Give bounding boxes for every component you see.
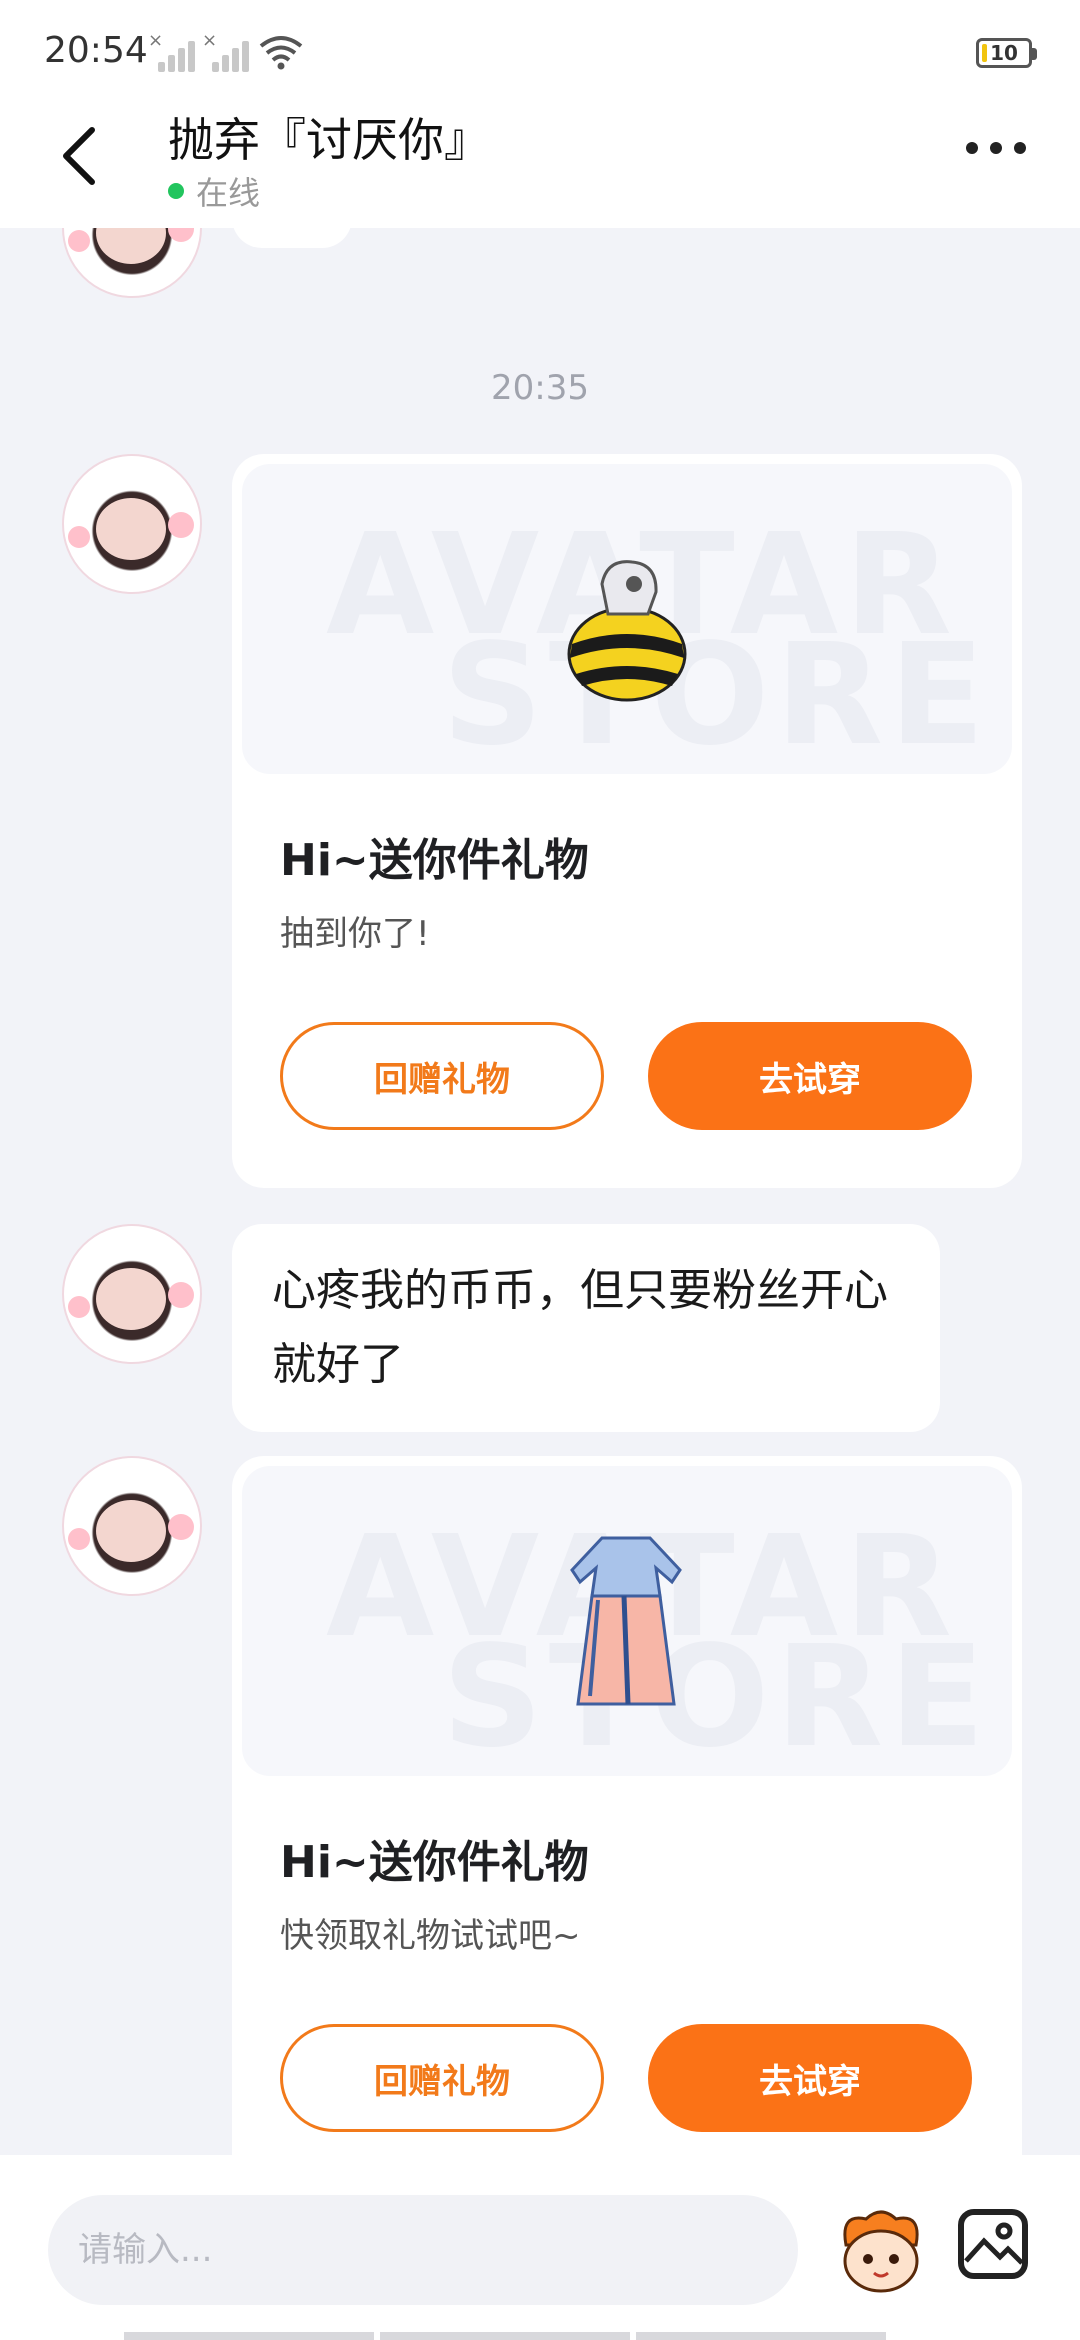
mascot-emoji-icon[interactable] [836,2205,926,2295]
more-options-button[interactable] [966,142,1026,162]
watermark: STORE [442,1616,991,1776]
avatar[interactable] [62,228,202,298]
gift-preview: AVATAR STORE [242,1466,1012,1776]
watermark: STORE [442,614,991,774]
bee-hat-icon [567,560,687,702]
chat-title: 抛弃『讨厌你』 [168,113,490,167]
back-button[interactable] [56,124,106,188]
gift-card[interactable]: AVATAR STORE Hi~送你件礼物 快领取礼物试试吧~ 回赠礼物 去试穿 [232,1456,1022,2155]
hanfu-dress-icon [570,1536,682,1706]
gift-title: Hi~送你件礼物 [280,835,589,886]
signal-icon: × [202,30,250,72]
return-gift-button[interactable]: 回赠礼物 [280,1022,604,1130]
gift-subtitle: 快领取礼物试试吧~ [280,1916,581,1956]
avatar[interactable] [62,1224,202,1364]
battery-level: 10 [990,41,1018,65]
wifi-icon [259,36,303,70]
chat-area[interactable]: 20:35 AVATAR STORE Hi~送你件礼物 抽到你了! 回赠礼物 去… [0,228,1080,2155]
message-input[interactable] [48,2195,798,2305]
input-bar [0,2155,1080,2340]
online-dot-icon [168,183,184,199]
avatar[interactable] [62,1456,202,1596]
gift-title: Hi~送你件礼物 [280,1837,589,1888]
online-label: 在线 [196,174,261,212]
message-timestamp: 20:35 [491,368,589,408]
home-indicator [124,2332,886,2340]
image-picker-icon[interactable] [958,2209,1028,2279]
battery-icon: 10 [976,38,1037,68]
top-bar: 20:54 × × 10 抛弃『讨厌你』 在线 [0,0,1080,228]
online-status: 在线 [168,168,260,214]
previous-bubble-fragment [232,228,352,248]
gift-card[interactable]: AVATAR STORE Hi~送你件礼物 抽到你了! 回赠礼物 去试穿 [232,454,1022,1188]
try-on-button[interactable]: 去试穿 [648,2024,972,2132]
gift-preview: AVATAR STORE [242,464,1012,774]
gift-subtitle: 抽到你了! [280,914,430,954]
text-message[interactable]: 心疼我的币币，但只要粉丝开心就好了 [232,1224,940,1432]
try-on-button[interactable]: 去试穿 [648,1022,972,1130]
avatar[interactable] [62,454,202,594]
status-time: 20:54 [44,30,148,71]
signal-icon: × [148,30,196,72]
return-gift-button[interactable]: 回赠礼物 [280,2024,604,2132]
